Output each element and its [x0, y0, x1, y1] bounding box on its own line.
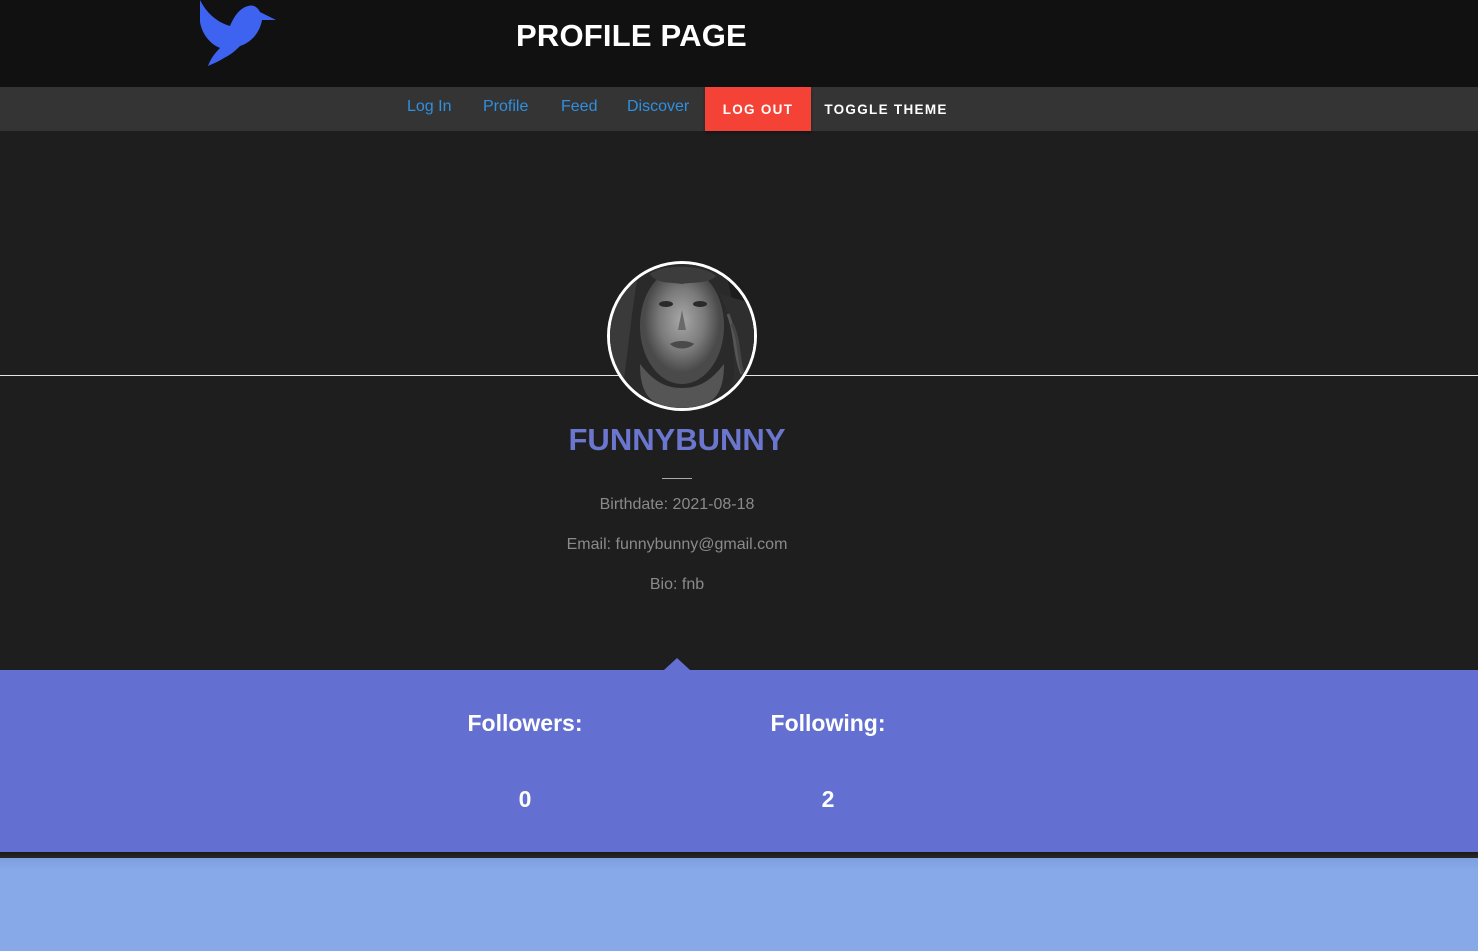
footer-band	[0, 858, 1478, 951]
nav-link-feed[interactable]: Feed	[561, 98, 597, 116]
stats-band: Followers: 0 Following: 2	[0, 670, 1478, 852]
nav-link-discover[interactable]: Discover	[627, 98, 689, 116]
profile-username: FUNNYBUNNY	[568, 422, 786, 457]
following-label[interactable]: Following:	[728, 710, 928, 737]
following-count[interactable]: 2	[728, 786, 928, 813]
avatar-photo	[610, 264, 754, 408]
page-title: PROFILE PAGE	[516, 18, 747, 53]
profile-birthdate: Birthdate: 2021-08-18	[599, 496, 755, 513]
header-bar: PROFILE PAGE	[0, 0, 1478, 87]
stats-pointer-arrow	[664, 658, 690, 670]
profile-bio: Bio: fnb	[649, 576, 705, 593]
followers-count[interactable]: 0	[425, 786, 625, 813]
nav-bar: Log In Profile Feed Discover LOG OUT TOG…	[0, 87, 1478, 131]
profile-email: Email: funnybunny@gmail.com	[566, 536, 788, 553]
avatar[interactable]	[607, 261, 757, 411]
toggle-theme-button[interactable]: TOGGLE THEME	[813, 87, 959, 131]
followers-label[interactable]: Followers:	[425, 710, 625, 737]
log-out-button[interactable]: LOG OUT	[705, 87, 811, 131]
nav-link-log-in[interactable]: Log In	[407, 98, 451, 116]
nav-link-profile[interactable]: Profile	[483, 98, 528, 116]
dove-icon[interactable]	[196, 0, 278, 68]
username-underline	[662, 478, 692, 479]
